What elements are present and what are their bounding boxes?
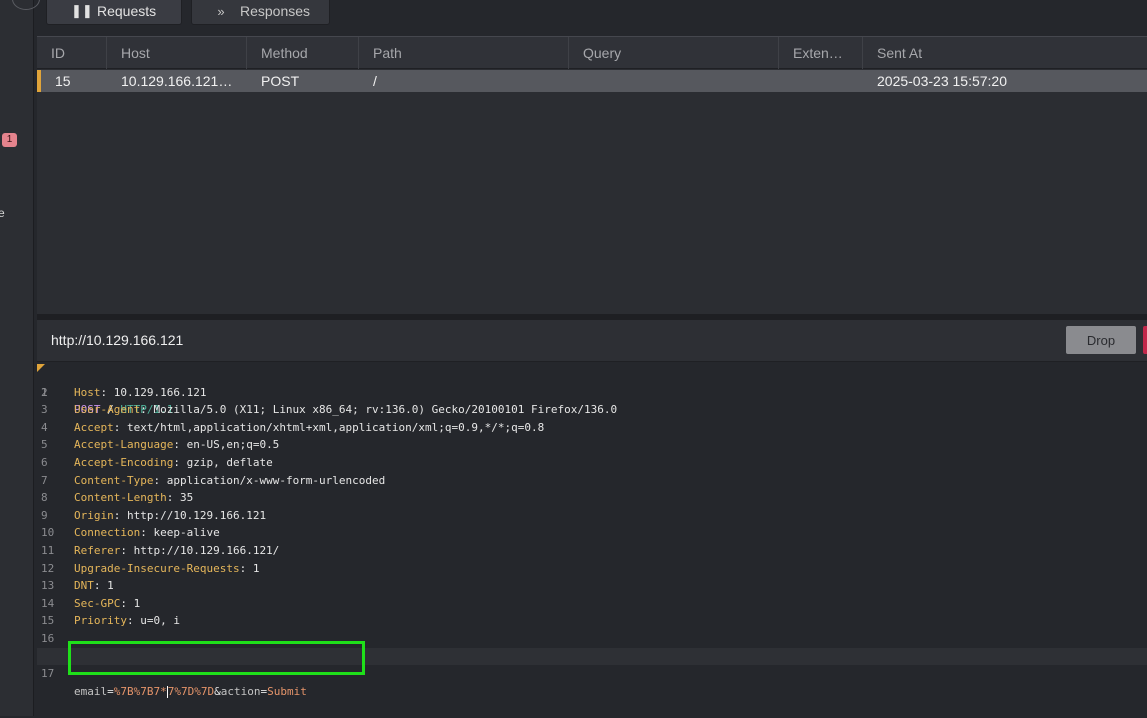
- line-number: 8: [41, 491, 48, 505]
- code-line: 6 Accept-Encoding: gzip, deflate: [37, 454, 1147, 472]
- double-chevron-right-icon: »: [217, 3, 225, 19]
- sidebar-cut-label: e: [0, 206, 5, 220]
- intercepted-requests-table: ID Host Method Path Query Exten… Sent At…: [37, 36, 1147, 315]
- pause-icon: ❚❚: [71, 3, 93, 18]
- line-number: 16: [41, 631, 55, 645]
- line-number: 17: [41, 667, 55, 681]
- header-name: Referer: [74, 543, 121, 557]
- header-value: http://10.129.166.121/: [133, 543, 280, 557]
- line-number: 14: [41, 596, 55, 610]
- cell-extension: [779, 70, 863, 92]
- header-value: Mozilla/5.0 (X11; Linux x86_64; rv:136.0…: [153, 403, 618, 417]
- payload-highlight-box: [68, 641, 365, 675]
- table-header: ID Host Method Path Query Exten… Sent At: [37, 37, 1147, 69]
- header-value: http://10.129.166.121: [127, 508, 267, 522]
- request-header-bar: http://10.129.166.121 Drop: [37, 320, 1147, 362]
- code-line: 15 Priority: u=0, i: [37, 612, 1147, 630]
- header-value: application/x-www-form-urlencoded: [166, 473, 386, 487]
- line-number: 5: [41, 438, 48, 452]
- code-line: 8 Content-Length: 35: [37, 489, 1147, 507]
- header-name: Content-Type: [74, 473, 154, 487]
- body-param-email-value-start: %7B%7B7*: [113, 684, 167, 698]
- body-param-action-key: action: [220, 684, 261, 698]
- code-line: 7 Content-Type: application/x-www-form-ur…: [37, 472, 1147, 490]
- cell-path: /: [373, 73, 377, 89]
- line-number: 7: [41, 473, 48, 487]
- header-name: Origin: [74, 508, 114, 522]
- code-line: 4 Accept: text/html,application/xhtml+xml…: [37, 419, 1147, 437]
- code-line: 12 Upgrade-Insecure-Requests: 1: [37, 560, 1147, 578]
- header-name: DNT: [74, 579, 94, 593]
- request-body[interactable]: email=%7B%7B7*7%7D%7D&action=Submit: [74, 683, 307, 701]
- header-name: Host: [74, 385, 101, 399]
- column-header-host[interactable]: Host: [107, 37, 247, 69]
- header-value: keep-alive: [153, 526, 220, 540]
- header-value: 1: [107, 579, 114, 593]
- code-line: 11 Referer: http://10.129.166.121/: [37, 542, 1147, 560]
- code-line: 1 POST / HTTP/1.1: [37, 366, 1147, 417]
- line-number: 6: [41, 455, 48, 469]
- tab-requests[interactable]: ❚❚ Requests: [46, 0, 182, 25]
- cell-sent-at: 2025-03-23 15:57:20: [877, 73, 1007, 89]
- body-param-action-value: Submit: [267, 684, 307, 698]
- header-name: Priority: [74, 614, 127, 628]
- line-number: 13: [41, 579, 55, 593]
- drop-button[interactable]: Drop: [1066, 326, 1136, 354]
- header-name: Sec-GPC: [74, 596, 121, 610]
- forward-button[interactable]: [1143, 326, 1147, 354]
- raw-request-editor[interactable]: 1 POST / HTTP/1.1 2 Host: 10.129.166.121 …: [37, 366, 1147, 698]
- code-line: 5 Accept-Language: en-US,en;q=0.5: [37, 436, 1147, 454]
- header-name: Content-Length: [74, 491, 167, 505]
- header-name: Accept-Language: [74, 438, 174, 452]
- cell-method: POST: [261, 73, 300, 89]
- column-header-path[interactable]: Path: [359, 37, 569, 69]
- header-value: gzip, deflate: [186, 455, 273, 469]
- column-header-sent-at[interactable]: Sent At: [863, 37, 1147, 69]
- header-value: en-US,en;q=0.5: [186, 438, 280, 452]
- header-value: 10.129.166.121: [113, 385, 207, 399]
- intercept-count-badge: 1: [2, 133, 17, 147]
- header-value: text/html,application/xhtml+xml,applicat…: [127, 420, 545, 434]
- column-header-id[interactable]: ID: [37, 37, 107, 69]
- line-number: 4: [41, 420, 48, 434]
- code-line: 2 Host: 10.129.166.121: [37, 384, 1147, 402]
- header-name: User-Agent: [74, 403, 141, 417]
- code-line: 3 User-Agent: Mozilla/5.0 (X11; Linux x86…: [37, 401, 1147, 419]
- cell-query: [569, 70, 779, 92]
- sidebar-toggle-icon[interactable]: [12, 0, 40, 10]
- tab-responses[interactable]: » Responses: [191, 0, 330, 25]
- line-number: 3: [41, 403, 48, 417]
- column-header-method[interactable]: Method: [247, 37, 359, 69]
- code-line: 10 Connection: keep-alive: [37, 524, 1147, 542]
- line-number: 10: [41, 526, 55, 540]
- request-url: http://10.129.166.121: [51, 332, 184, 348]
- code-line: 9 Origin: http://10.129.166.121: [37, 507, 1147, 525]
- header-value: 1: [252, 561, 260, 575]
- column-header-extension[interactable]: Exten…: [779, 37, 863, 69]
- header-value: u=0, i: [140, 614, 180, 628]
- line-number: 12: [41, 561, 55, 575]
- tab-requests-label: Requests: [97, 3, 157, 19]
- header-name: Accept: [74, 420, 114, 434]
- cell-id: 15: [55, 73, 71, 89]
- tab-responses-label: Responses: [240, 3, 311, 19]
- header-name: Connection: [74, 526, 141, 540]
- left-sidebar: 1 e: [0, 0, 40, 716]
- column-header-query[interactable]: Query: [569, 37, 779, 69]
- code-line: 14 Sec-GPC: 1: [37, 595, 1147, 613]
- code-line: 13 DNT: 1: [37, 577, 1147, 595]
- header-name: Upgrade-Insecure-Requests: [74, 561, 240, 575]
- line-number: 15: [41, 614, 55, 628]
- line-number: 2: [41, 385, 48, 399]
- body-param-email-key: email: [74, 684, 108, 698]
- cell-host: 10.129.166.121…: [121, 73, 233, 89]
- line-number: 9: [41, 508, 48, 522]
- header-name: Accept-Encoding: [74, 455, 174, 469]
- header-value: 1: [133, 596, 141, 610]
- table-row[interactable]: 15 10.129.166.121… POST / 2025-03-23 15:…: [37, 70, 1147, 92]
- line-number: 11: [41, 543, 55, 557]
- body-param-email-value-end: 7%7D%7D: [167, 684, 215, 698]
- header-value: 35: [179, 491, 194, 505]
